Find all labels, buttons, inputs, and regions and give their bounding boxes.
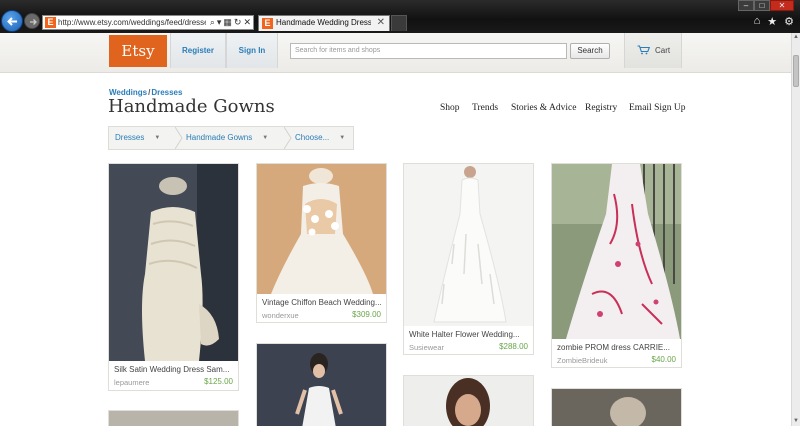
home-icon[interactable]: ⌂ [754,15,761,28]
minimize-button[interactable]: – [738,0,754,11]
close-window-button[interactable]: ✕ [770,0,794,11]
nav-email-sign-up[interactable]: Email Sign Up [629,103,685,113]
listing-shop[interactable]: ZombieBrideuk [557,356,607,365]
listing-card[interactable] [551,388,682,426]
search-button[interactable]: Search [570,43,610,59]
listing-photo[interactable] [257,344,386,426]
nav-shop[interactable]: Shop [440,103,460,113]
listing-title[interactable]: White Halter Flower Wedding... [409,330,529,339]
address-bar[interactable]: E http://www.etsy.com/weddings/feed/dres… [42,15,254,30]
star-icon[interactable]: ★ [767,15,777,28]
search-icon[interactable]: ⌕ [210,17,215,28]
listing-title[interactable]: zombie PROM dress CARRIE... [557,343,677,352]
site-header: Etsy Register Sign In Search for items a… [0,33,791,73]
scroll-up-icon[interactable]: ▲ [792,33,800,42]
nav-registry[interactable]: Registry [585,103,617,113]
listing-photo[interactable] [552,164,681,339]
listing-shop[interactable]: wonderxue [262,311,299,320]
divider-icon [175,127,183,149]
divider-icon [284,127,292,149]
listing-card[interactable] [403,375,534,426]
nav-stories-advice[interactable]: Stories & Advice [511,103,576,113]
chevron-down-icon: ▼ [339,135,346,141]
cart-icon [637,45,650,55]
filter-label: Dresses [115,133,145,142]
filter-choose[interactable]: Choose... ▼ [295,127,345,149]
tab-close-icon[interactable]: ✕ [377,17,385,28]
address-url[interactable]: http://www.etsy.com/weddings/feed/dresse… [58,17,206,28]
listing-photo[interactable] [109,411,238,426]
tab-etsy[interactable]: E Handmade Wedding Dress... ✕ [258,15,390,31]
listing-card[interactable]: zombie PROM dress CARRIE... ZombieBrideu… [551,163,682,368]
listing-price: $125.00 [204,377,233,386]
page-title: Handmade Gowns [108,96,275,117]
listing-price: $288.00 [499,342,528,351]
browser-toolbar: ⌂ ★ ⚙ [754,15,794,28]
listing-photo[interactable] [552,389,681,426]
sign-in-link[interactable]: Sign In [226,33,278,68]
listing-photo[interactable] [404,376,533,426]
maximize-button[interactable]: □ [754,0,770,11]
refresh-icon[interactable]: ↻ [234,17,242,28]
cart-label: Cart [655,46,671,55]
listing-price: $309.00 [352,310,381,319]
gear-icon[interactable]: ⚙ [784,15,794,28]
back-arrow-icon[interactable] [1,10,23,32]
browser-chrome: E http://www.etsy.com/weddings/feed/dres… [0,0,800,33]
listing-price: $40.00 [651,355,676,364]
scroll-down-icon[interactable]: ▼ [792,417,800,426]
cart-button[interactable]: Cart [624,33,682,68]
listing-shop[interactable]: lepaumere [114,378,149,387]
etsy-favicon-icon: E [262,18,273,29]
vertical-scrollbar[interactable]: ▲ ▼ [791,33,800,426]
listing-photo[interactable] [109,164,238,361]
filter-bar: Dresses ▼ Handmade Gowns ▼ Choose... ▼ [108,126,354,150]
listing-card[interactable] [256,343,387,426]
listing-title[interactable]: Silk Satin Wedding Dress Sam... [114,365,234,374]
compatibility-icon[interactable]: ▦ [223,17,232,28]
filter-dresses[interactable]: Dresses ▼ [115,127,160,149]
filter-handmade-gowns[interactable]: Handmade Gowns ▼ [186,127,268,149]
listing-title[interactable]: Vintage Chiffon Beach Wedding... [262,298,382,307]
search-input[interactable]: Search for items and shops [290,43,567,59]
etsy-favicon-icon: E [45,17,56,28]
filter-label: Choose... [295,133,330,142]
forward-arrow-icon[interactable] [24,13,40,29]
filter-label: Handmade Gowns [186,133,253,142]
scrollbar-thumb[interactable] [793,55,799,87]
listing-photo[interactable] [404,164,533,326]
listing-shop[interactable]: Susiewear [409,343,444,352]
register-link[interactable]: Register [170,33,226,68]
window-controls: – □ ✕ [738,0,794,11]
listing-card[interactable]: Silk Satin Wedding Dress Sam... lepaumer… [108,163,239,391]
listing-card[interactable] [108,410,239,426]
dropdown-icon[interactable]: ▾ [217,17,222,28]
etsy-logo[interactable]: Etsy [109,35,167,67]
listing-card[interactable]: White Halter Flower Wedding... Susiewear… [403,163,534,355]
stop-icon[interactable]: ✕ [243,17,251,28]
tab-title: Handmade Wedding Dress... [276,18,371,27]
listing-card[interactable]: Vintage Chiffon Beach Wedding... wonderx… [256,163,387,323]
new-tab-button[interactable] [391,15,407,31]
chevron-down-icon: ▼ [154,135,161,141]
listing-photo[interactable] [257,164,386,294]
chevron-down-icon: ▼ [262,135,269,141]
nav-trends[interactable]: Trends [472,103,498,113]
